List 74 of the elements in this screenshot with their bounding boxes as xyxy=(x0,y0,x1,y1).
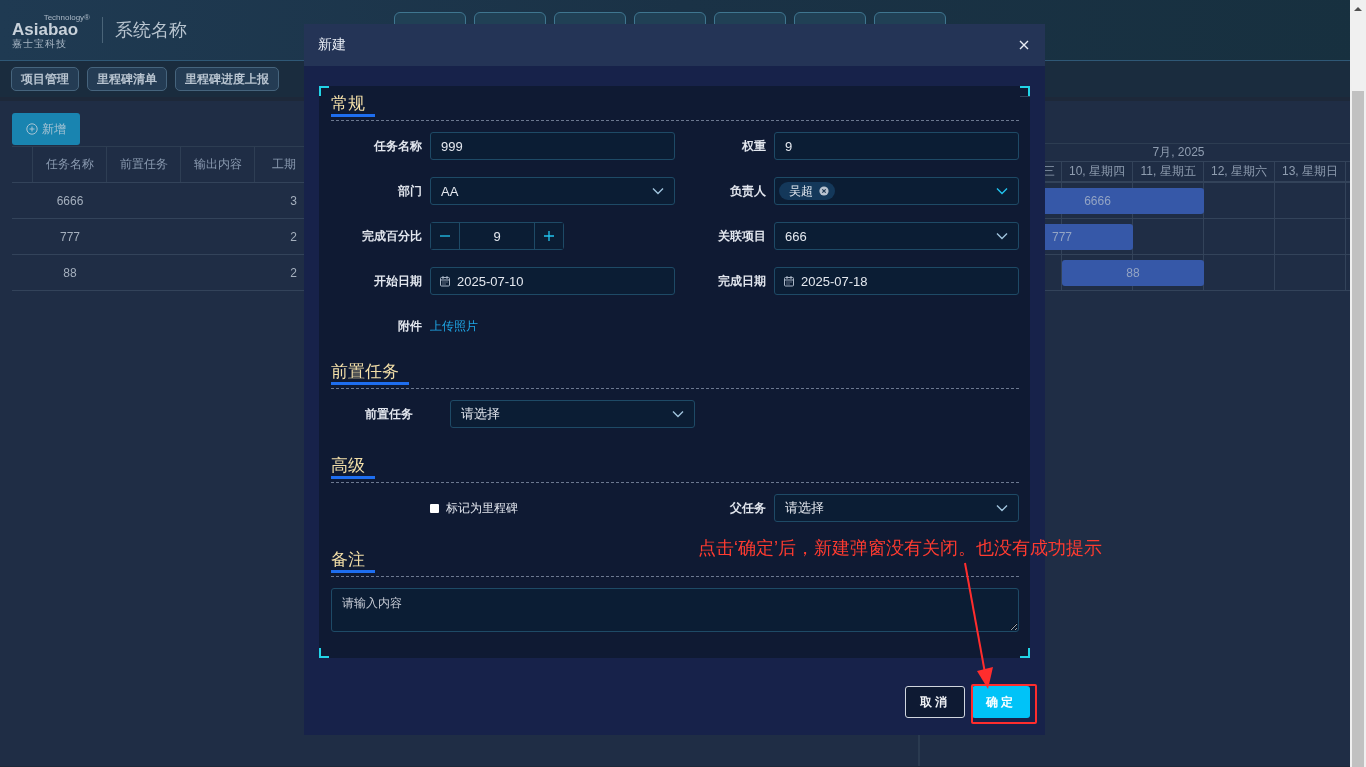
plus-circle-icon xyxy=(26,123,38,135)
date-field[interactable]: 2025-07-10 xyxy=(430,267,675,295)
table-cell-text: 2 xyxy=(289,228,298,246)
increment-button[interactable] xyxy=(535,223,563,249)
table-cell-text: 3 xyxy=(289,192,298,210)
field-label: 关联项目 xyxy=(717,227,767,245)
scrollbar-thumb[interactable] xyxy=(1352,91,1364,767)
chevron-down-icon xyxy=(652,187,664,195)
subnav-button[interactable]: 里程碑进度上报 xyxy=(175,67,279,91)
select-field[interactable]: 请选择 xyxy=(450,400,695,428)
date-field[interactable]: 2025-07-18 xyxy=(774,267,1019,295)
chevron-down-icon xyxy=(996,187,1008,195)
corner-bracket-icon xyxy=(319,86,329,96)
input-field[interactable]: 9 xyxy=(774,132,1019,160)
field-label: 附件 xyxy=(397,317,423,335)
scrollbar[interactable] xyxy=(1350,0,1366,767)
calendar-icon xyxy=(783,275,795,287)
select-field[interactable]: AA xyxy=(430,177,675,205)
chevron-down-icon xyxy=(672,410,684,418)
table-cell-text: 6666 xyxy=(55,192,85,210)
section-title: 前置任务 xyxy=(331,362,409,385)
decrement-button[interactable] xyxy=(431,223,459,249)
highlight-box xyxy=(971,684,1037,724)
cancel-button[interactable]: 取消 xyxy=(905,686,965,718)
field-label: 前置任务 xyxy=(364,405,414,423)
gantt-day-header: 11, 星期五 xyxy=(1133,162,1204,181)
chevron-down-icon xyxy=(996,232,1008,240)
number-field[interactable]: 9 xyxy=(459,223,535,249)
input-field[interactable]: 999 xyxy=(430,132,675,160)
subnav-button[interactable]: 项目管理 xyxy=(11,67,79,91)
table-cell-text: 777 xyxy=(59,228,81,246)
notes-field[interactable]: 请输入内容 xyxy=(331,588,1019,632)
column-header: 前置任务 xyxy=(107,147,181,182)
field-label: 权重 xyxy=(741,137,767,155)
corner-bracket-icon xyxy=(1020,648,1030,658)
calendar-icon xyxy=(439,275,451,287)
logo-wordmark: Asiabao xyxy=(12,22,79,38)
select-field[interactable]: 请选择 xyxy=(774,494,1019,522)
column-header: 任务名称 xyxy=(33,147,107,182)
logo-tagline: Technology® xyxy=(43,13,90,22)
person-tag[interactable]: 吴超 xyxy=(779,182,835,200)
remove-tag-icon[interactable] xyxy=(819,186,829,196)
chevron-down-icon xyxy=(996,504,1008,512)
select-field[interactable]: 吴超 xyxy=(774,177,1019,205)
logo-subtitle: 嘉士宝科技 xyxy=(12,38,68,49)
subnav-button[interactable]: 里程碑清单 xyxy=(87,67,167,91)
field-label: 完成日期 xyxy=(717,272,767,290)
field-label: 负责人 xyxy=(729,182,767,200)
column-header: 输出内容 xyxy=(181,147,255,182)
gantt-day-header: 12, 星期六 xyxy=(1204,162,1275,181)
dialog-title: 新建 xyxy=(318,36,346,54)
milestone-checkbox[interactable]: 标记为里程碑 xyxy=(430,499,518,517)
section-title: 常规 xyxy=(331,94,375,117)
section-title: 高级 xyxy=(331,456,375,479)
field-label: 完成百分比 xyxy=(361,227,423,245)
field-label: 任务名称 xyxy=(373,137,423,155)
scroll-up-icon[interactable] xyxy=(1353,6,1363,12)
corner-bracket-icon xyxy=(1020,86,1030,97)
annotation-text: 点击‘确定’后，新建弹窗没有关闭。也没有成功提示 xyxy=(698,537,1102,560)
table-cell-text: 88 xyxy=(62,264,78,282)
corner-bracket-icon xyxy=(319,648,329,658)
field-label: 开始日期 xyxy=(373,272,423,290)
close-icon[interactable] xyxy=(1019,40,1029,50)
field-label: 部门 xyxy=(397,182,423,200)
system-name: 系统名称 xyxy=(102,17,187,43)
gantt-day-header: 13, 星期日 xyxy=(1275,162,1346,181)
upload-link[interactable]: 上传照片 xyxy=(430,317,478,335)
select-field[interactable]: 666 xyxy=(774,222,1019,250)
field-label: 父任务 xyxy=(729,499,767,517)
gantt-day-header: 10, 星期四 xyxy=(1062,162,1133,181)
gantt-month: 7月, 2025 xyxy=(1152,144,1205,161)
plus-icon xyxy=(543,230,555,242)
section-title: 备注 xyxy=(331,550,375,573)
table-cell-text: 2 xyxy=(289,264,298,282)
